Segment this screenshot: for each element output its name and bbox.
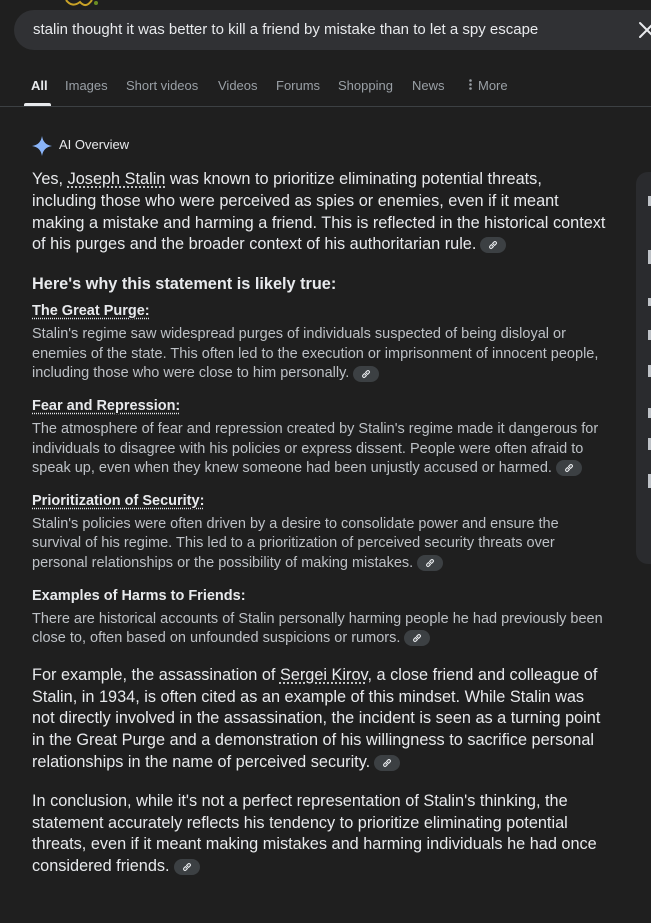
lead-pre: Yes,: [32, 170, 68, 188]
top-thumbnail-fragment: [65, 0, 98, 6]
link-icon: [383, 758, 392, 767]
tab-news[interactable]: News: [412, 78, 445, 93]
point-title[interactable]: The Great Purge:: [32, 303, 607, 319]
link-icon: [362, 369, 371, 378]
point-text: Stalin's regime saw widespread purges of…: [32, 326, 599, 382]
source-link-chip[interactable]: [417, 555, 444, 572]
tab-all[interactable]: All: [31, 78, 48, 93]
example-paragraph: For example, the assassination of Sergei…: [32, 665, 607, 774]
sparkle-icon: [32, 136, 52, 156]
search-bar[interactable]: stalin thought it was better to kill a f…: [14, 10, 651, 50]
point-harms-friends: Examples of Harms to Friends: There are …: [32, 588, 607, 649]
tab-short-videos[interactable]: Short videos: [126, 78, 198, 93]
conclusion-paragraph: In conclusion, while it's not a perfect …: [32, 791, 607, 878]
close-icon[interactable]: [636, 19, 651, 41]
search-tabs: All Images Short videos Videos Forums Sh…: [0, 78, 651, 107]
joseph-stalin-link[interactable]: Joseph Stalin: [68, 170, 166, 188]
overview-lead: Yes, Joseph Stalin was known to prioriti…: [32, 169, 607, 256]
source-link-chip[interactable]: [374, 754, 401, 771]
why-heading: Here's why this statement is likely true…: [32, 275, 337, 294]
tab-shopping[interactable]: Shopping: [338, 78, 393, 93]
point-fear-repression: Fear and Repression: The atmosphere of f…: [32, 398, 607, 479]
link-icon: [413, 634, 422, 643]
point-title[interactable]: Fear and Repression:: [32, 398, 607, 414]
point-title: Examples of Harms to Friends:: [32, 587, 246, 604]
more-vert-icon: [469, 79, 472, 90]
link-icon: [182, 862, 191, 871]
tab-more-label: More: [478, 78, 508, 93]
source-link-chip[interactable]: [353, 365, 380, 382]
link-icon: [564, 464, 573, 473]
example-pre: For example, the assassination of: [32, 665, 280, 684]
point-body: There are historical accounts of Stalin …: [32, 610, 607, 649]
ai-overview-content: Yes, Joseph Stalin was known to prioriti…: [32, 169, 607, 878]
tab-forums[interactable]: Forums: [276, 78, 320, 93]
source-link-chip[interactable]: [404, 630, 431, 647]
point-body: The atmosphere of fear and repression cr…: [32, 420, 607, 479]
conclusion-text: In conclusion, while it's not a perfect …: [32, 791, 597, 876]
point-title[interactable]: Prioritization of Security:: [32, 493, 607, 509]
source-link-chip[interactable]: [480, 237, 507, 254]
point-great-purge: The Great Purge: Stalin's regime saw wid…: [32, 303, 607, 384]
search-input[interactable]: stalin thought it was better to kill a f…: [33, 21, 538, 38]
tab-more[interactable]: More: [469, 78, 508, 93]
tab-images[interactable]: Images: [65, 78, 108, 93]
active-tab-indicator: [24, 103, 51, 106]
link-icon: [489, 241, 498, 250]
point-text: The atmosphere of fear and repression cr…: [32, 420, 599, 477]
source-link-chip[interactable]: [173, 858, 200, 875]
point-body: Stalin's regime saw widespread purges of…: [32, 325, 607, 384]
sergei-kirov-link[interactable]: Sergei Kirov: [280, 666, 367, 684]
link-icon: [426, 559, 435, 568]
point-body: Stalin's policies were often driven by a…: [32, 515, 607, 574]
point-text: Stalin's policies were often driven by a…: [32, 515, 559, 571]
ai-overview-label: AI Overview: [59, 137, 130, 152]
source-link-chip[interactable]: [555, 460, 582, 477]
point-text: There are historical accounts of Stalin …: [32, 610, 603, 647]
tab-videos[interactable]: Videos: [218, 78, 258, 93]
point-prioritization-security: Prioritization of Security: Stalin's pol…: [32, 493, 607, 574]
